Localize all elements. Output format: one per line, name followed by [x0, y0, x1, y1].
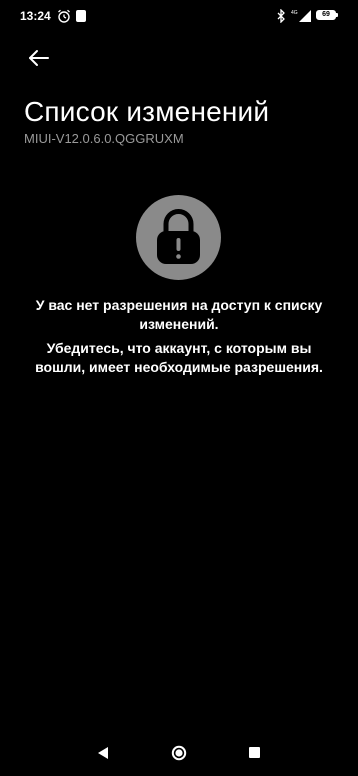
- clock: 13:24: [20, 9, 51, 23]
- notification-icon: [76, 10, 86, 22]
- bluetooth-icon: [277, 9, 285, 23]
- permission-hint-message: Убедитесь, что аккаунт, с которым вы вош…: [35, 340, 323, 375]
- lock-icon: [157, 209, 200, 264]
- battery-icon: 69: [316, 10, 336, 20]
- arrow-left-icon[interactable]: [24, 44, 52, 72]
- version-label: MIUI-V12.0.6.0.QGGRUXM: [24, 131, 184, 146]
- svg-text:4G: 4G: [291, 10, 298, 16]
- status-bar: 13:24 4G 69: [0, 0, 358, 32]
- battery-level: 69: [322, 11, 330, 18]
- nav-back-icon[interactable]: [97, 746, 109, 760]
- nav-recents-icon[interactable]: [249, 747, 260, 758]
- lock-badge: [136, 195, 221, 280]
- no-permission-message: У вас нет разрешения на доступ к списку …: [35, 297, 323, 332]
- battery-tip: [336, 13, 338, 17]
- nav-home-icon[interactable]: [171, 745, 187, 761]
- page-title: Список изменений: [24, 96, 270, 127]
- signal-icon: 4G: [291, 10, 311, 22]
- alarm-icon: [58, 9, 70, 23]
